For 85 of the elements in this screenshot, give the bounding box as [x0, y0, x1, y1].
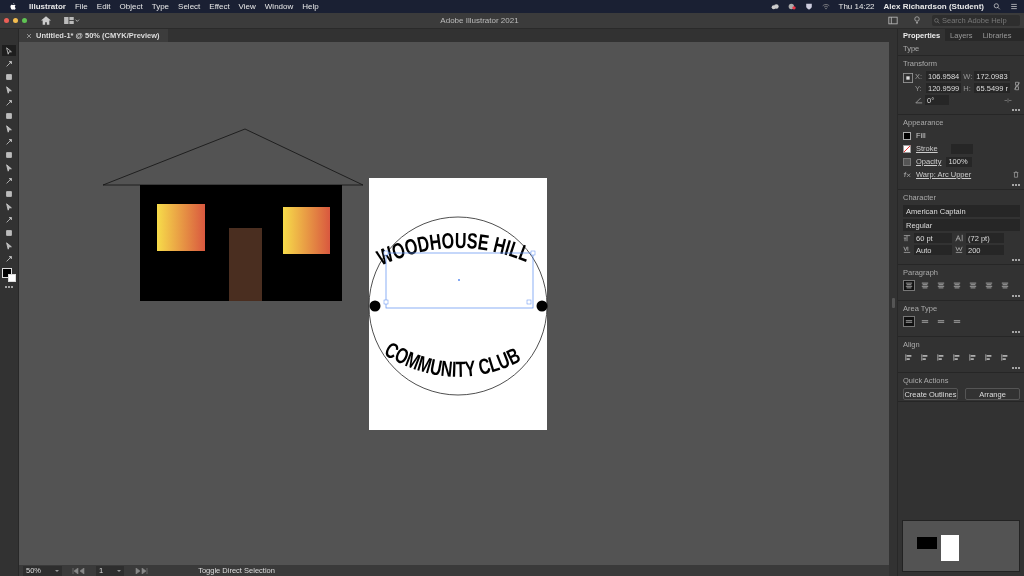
paragraph-align-button[interactable]	[951, 280, 963, 291]
paragraph-align-button[interactable]	[903, 280, 915, 291]
tool-icon	[5, 46, 13, 55]
menu-item[interactable]: Edit	[96, 2, 111, 11]
tool-icon	[5, 59, 13, 68]
paragraph-align-button[interactable]	[999, 280, 1011, 291]
align-lines-icon	[969, 282, 977, 289]
menu-item[interactable]: Select	[178, 2, 201, 11]
align-objects-icon	[969, 354, 977, 361]
wifi-icon[interactable]	[821, 3, 830, 10]
lightbulb-icon[interactable]	[912, 16, 922, 25]
align-lines-icon	[937, 282, 945, 289]
align-lines-icon	[1001, 282, 1009, 289]
apple-icon[interactable]	[10, 3, 16, 10]
panel-collapse-handle[interactable]	[891, 297, 895, 308]
cloud-alert-icon[interactable]	[787, 3, 796, 10]
navigator-thumbnail[interactable]	[902, 520, 1020, 572]
previous-arrows-icon[interactable]	[72, 567, 86, 574]
menu-item[interactable]: Window	[264, 2, 294, 11]
cloud-icon[interactable]	[770, 3, 779, 10]
kerning-icon	[903, 246, 911, 254]
close-icon[interactable]	[27, 33, 31, 38]
clock-text: Thu 14:22	[838, 2, 875, 11]
tool-icon	[5, 176, 13, 185]
minimize-button[interactable]	[13, 18, 18, 23]
align-objects-icon	[953, 354, 961, 361]
panel-icon[interactable]	[888, 16, 898, 25]
align-lines-icon	[921, 282, 929, 289]
align-lines-icon	[953, 282, 961, 289]
paragraph-align-button[interactable]	[919, 280, 931, 291]
menu-item[interactable]: View	[238, 2, 256, 11]
menu-item[interactable]: Effect	[209, 2, 230, 11]
area-type-icon	[921, 318, 929, 325]
opacity-swatch	[903, 157, 911, 166]
search-icon	[934, 17, 940, 24]
leading-icon	[955, 234, 963, 242]
menu-item[interactable]: File	[74, 2, 88, 11]
tool-icon	[5, 254, 13, 263]
constrain-link-icon[interactable]	[1014, 81, 1020, 91]
align-objects-icon	[921, 354, 929, 361]
area-type-icon	[905, 318, 913, 325]
maximize-button[interactable]	[22, 18, 27, 23]
anchor-dot[interactable]	[369, 300, 381, 312]
tool-icon	[5, 98, 13, 107]
fill-stroke-swatch[interactable]	[2, 268, 16, 282]
stroke-swatch[interactable]	[903, 144, 911, 153]
tool-icon	[5, 215, 13, 224]
reference-point-icon[interactable]	[903, 73, 913, 83]
tool-icon	[5, 137, 13, 146]
menu-item[interactable]: Object	[119, 2, 143, 11]
align-lines-icon	[985, 282, 993, 289]
align-objects-icon	[1001, 354, 1009, 361]
paragraph-align-button[interactable]	[935, 280, 947, 291]
paragraph-align-button[interactable]	[983, 280, 995, 291]
paragraph-align-button[interactable]	[967, 280, 979, 291]
shield-icon[interactable]	[804, 3, 813, 10]
align-lines-icon	[905, 282, 913, 289]
tool-button[interactable]	[2, 45, 16, 56]
font-size-icon	[903, 234, 911, 242]
menu-icon[interactable]	[1010, 3, 1018, 10]
workspace-icon[interactable]	[63, 17, 81, 24]
tracking-icon	[955, 246, 963, 254]
search-icon[interactable]	[993, 3, 1001, 10]
area-type-icon	[937, 318, 945, 325]
arc-text: WOODHOUSE HILL	[373, 227, 537, 271]
anchor-dot[interactable]	[536, 300, 548, 312]
home-icon[interactable]	[41, 16, 51, 25]
app-menu[interactable]: Illustrator	[29, 2, 66, 11]
align-objects-icon	[985, 354, 993, 361]
fx-icon	[903, 171, 911, 178]
close-button[interactable]	[4, 18, 9, 23]
menu-item[interactable]: Help	[302, 2, 319, 11]
align-objects-icon	[937, 354, 945, 361]
menu-item[interactable]: Type	[151, 2, 170, 11]
trash-icon[interactable]	[1012, 171, 1020, 178]
fill-swatch[interactable]	[903, 131, 911, 140]
angle-icon	[915, 96, 923, 104]
user-name[interactable]: Alex Richardson (Student)	[883, 2, 984, 11]
align-objects-icon	[905, 354, 913, 361]
next-arrows-icon[interactable]	[134, 567, 149, 574]
window-title: Adobe Illustrator 2021	[439, 16, 520, 25]
area-type-icon	[953, 318, 961, 325]
area-type-button[interactable]	[903, 316, 915, 327]
arc-text: COMMUNITY CLUB	[380, 336, 528, 383]
flip-icon[interactable]	[1004, 96, 1012, 104]
